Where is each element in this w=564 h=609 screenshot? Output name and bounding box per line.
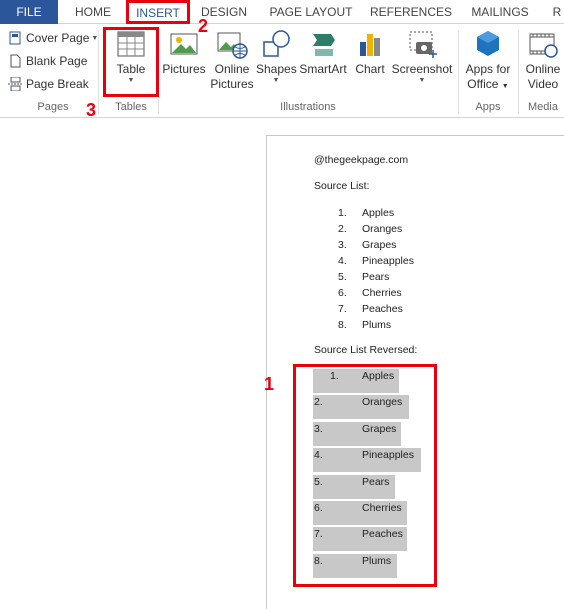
apps-group-label: Apps bbox=[475, 101, 501, 113]
group-separator bbox=[458, 30, 459, 114]
list-item: Plums bbox=[362, 319, 392, 331]
step-3-label: 3 bbox=[86, 100, 97, 120]
pictures-label: Pictures bbox=[162, 62, 206, 76]
tab-file[interactable]: FILE bbox=[0, 0, 58, 24]
ribbon: Cover Page ▼ Blank Page Page Break Pages… bbox=[0, 24, 564, 118]
media-group-label: Media bbox=[528, 101, 558, 113]
pages-group-label: Pages bbox=[37, 101, 69, 113]
step-2-label: 2 bbox=[198, 16, 209, 36]
blank-page-label: Blank Page bbox=[26, 54, 88, 68]
cover-page-label: Cover Page bbox=[26, 31, 90, 45]
apps-for-office-label-2: Office ▼ bbox=[467, 77, 509, 91]
online-video-label-2: Video bbox=[527, 77, 559, 91]
cover-page-icon bbox=[9, 31, 21, 45]
online-pictures-icon bbox=[217, 32, 248, 59]
blank-page-icon bbox=[10, 54, 21, 68]
apps-for-office-label-1: Apps for bbox=[465, 62, 511, 76]
online-video-icon bbox=[529, 33, 558, 58]
smartart-button[interactable]: SmartArt bbox=[298, 28, 348, 77]
page-break-label: Page Break bbox=[26, 77, 89, 91]
online-pictures-label-2: Pictures bbox=[210, 77, 254, 91]
list-item-number: 2. bbox=[338, 223, 347, 235]
source-list-heading: Source List: bbox=[314, 180, 370, 192]
list-item: Oranges bbox=[362, 223, 403, 235]
tables-group-label: Tables bbox=[115, 101, 147, 113]
table-button-highlight bbox=[103, 27, 159, 97]
blank-page-button[interactable]: Blank Page bbox=[8, 51, 87, 71]
chart-button[interactable]: Chart bbox=[352, 28, 388, 77]
list-item: Pineapples bbox=[362, 255, 414, 267]
list-item: Pears bbox=[362, 271, 390, 283]
list-item: Grapes bbox=[362, 239, 397, 251]
tab-review-partial[interactable]: R bbox=[550, 0, 564, 24]
chevron-down-icon: ▼ bbox=[272, 77, 280, 84]
list-item-number: 6. bbox=[338, 287, 347, 299]
screenshot-button[interactable]: Screenshot ▼ bbox=[390, 28, 454, 85]
tab-mailings[interactable]: MAILINGS bbox=[466, 0, 534, 24]
insert-tab-highlight bbox=[126, 0, 190, 24]
cover-page-button[interactable]: Cover Page ▼ bbox=[8, 28, 98, 48]
smartart-label: SmartArt bbox=[299, 62, 347, 76]
list-item: Apples bbox=[362, 207, 395, 219]
list-item-number: 5. bbox=[338, 271, 347, 283]
chevron-down-icon: ▼ bbox=[501, 83, 509, 90]
list-item-number: 4. bbox=[338, 255, 347, 267]
shapes-icon bbox=[263, 30, 290, 57]
smartart-icon bbox=[313, 34, 335, 56]
chart-label: Chart bbox=[355, 62, 385, 76]
tab-references[interactable]: REFERENCES bbox=[370, 0, 452, 24]
step-1-label: 1 bbox=[264, 374, 275, 394]
watermark-text: @thegeekpage.com bbox=[314, 154, 409, 166]
online-video-button[interactable]: Online Video bbox=[522, 28, 564, 92]
ribbon-tab-bar: FILE HOME INSERT DESIGN PAGE LAYOUT REFE… bbox=[0, 0, 564, 25]
apps-for-office-icon bbox=[477, 31, 499, 56]
list-item-number: 7. bbox=[338, 303, 347, 315]
list-item-number: 1. bbox=[338, 207, 347, 219]
group-separator bbox=[518, 30, 519, 114]
list-item: Cherries bbox=[362, 287, 402, 299]
list-item-number: 3. bbox=[338, 239, 347, 251]
pictures-icon bbox=[170, 33, 198, 55]
page-break-button[interactable]: Page Break bbox=[8, 74, 89, 94]
chart-icon bbox=[360, 34, 380, 56]
online-pictures-button[interactable]: Online Pictures bbox=[208, 28, 256, 92]
list-item: Peaches bbox=[362, 303, 403, 315]
screenshot-label: Screenshot bbox=[391, 62, 453, 76]
tab-page-layout[interactable]: PAGE LAYOUT bbox=[262, 0, 360, 24]
chevron-down-icon: ▼ bbox=[418, 77, 426, 84]
group-separator bbox=[98, 30, 99, 114]
tab-home[interactable]: HOME bbox=[64, 0, 122, 24]
illustrations-group-label: Illustrations bbox=[280, 101, 336, 113]
list-item-number: 8. bbox=[338, 319, 347, 331]
page-break-icon bbox=[8, 77, 22, 91]
shapes-label: Shapes bbox=[256, 62, 297, 76]
reversed-list-highlight bbox=[293, 364, 437, 587]
apps-for-office-button[interactable]: Apps for Office ▼ bbox=[462, 28, 514, 94]
online-video-label-1: Online bbox=[525, 62, 561, 76]
reversed-list-heading: Source List Reversed: bbox=[314, 344, 418, 356]
shapes-button[interactable]: Shapes ▼ bbox=[256, 28, 297, 85]
screenshot-icon bbox=[409, 31, 437, 58]
online-pictures-label-1: Online bbox=[214, 62, 250, 76]
